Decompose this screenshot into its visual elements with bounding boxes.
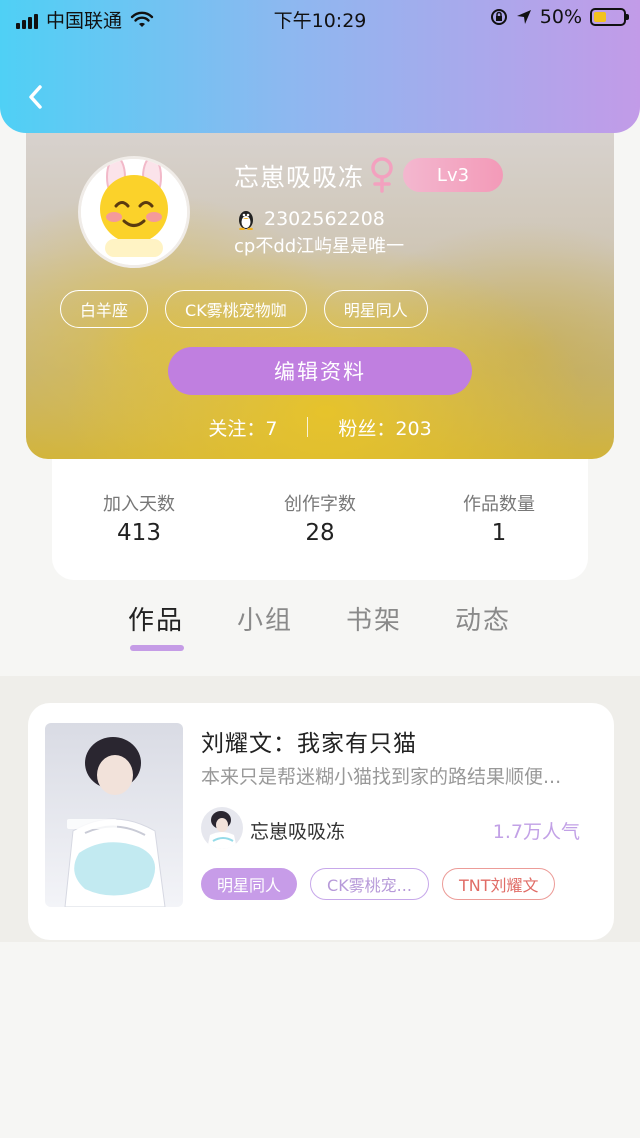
profile-tag[interactable]: CK雾桃宠物咖 [165, 290, 307, 328]
username: 忘崽吸吸冻 [234, 163, 365, 192]
author-avatar-image [201, 807, 243, 849]
work-tag[interactable]: TNT刘耀文 [441, 868, 556, 900]
location-arrow-icon [516, 10, 531, 24]
tab-bookshelf[interactable]: 书架 [346, 600, 402, 637]
work-description: 本来只是帮迷糊小猫找到家的路结果顺便... [201, 766, 562, 788]
work-tag[interactable]: 明星同人 [201, 868, 298, 900]
divider [307, 417, 309, 437]
rotation-lock-icon [490, 9, 507, 25]
stat-label: 加入天数 [103, 494, 175, 515]
stat-days-joined: 加入天数 413 [54, 490, 224, 546]
active-tab-indicator [130, 645, 184, 651]
book-cover[interactable] [45, 723, 183, 907]
chevron-left-icon [29, 85, 42, 109]
profile-tag[interactable]: 明星同人 [323, 290, 428, 328]
tab-bar: 作品 小组 书架 动态 [0, 600, 640, 660]
profile-tags: 白羊座 CK雾桃宠物咖 明星同人 [60, 290, 428, 328]
author-name[interactable]: 忘崽吸吸冻 [250, 817, 345, 844]
smiley-bunny-avatar-icon [81, 159, 187, 265]
stat-works-count: 作品数量 1 [414, 490, 584, 546]
status-bar: 中国联通 下午10:29 50% [0, 0, 640, 36]
profile-page: 中国联通 下午10:29 50% 忘崽吸吸冻 Lv3 2302562208 cp… [0, 0, 640, 1138]
work-title[interactable]: 刘耀文：我家有只猫 [201, 724, 417, 758]
battery-percent: 50% [539, 6, 582, 28]
bio: cp不dd江屿星是唯一 [234, 236, 405, 257]
following-count[interactable]: 关注：7 [208, 414, 277, 441]
book-cover-image [45, 723, 183, 907]
tab-works[interactable]: 作品 [128, 600, 184, 637]
avatar[interactable] [78, 156, 190, 268]
stat-value: 1 [491, 520, 507, 546]
work-tags: 明星同人 CK雾桃宠... TNT刘耀文 [201, 868, 556, 900]
back-button[interactable] [20, 80, 50, 114]
follow-stats: 关注：7 粉丝：203 [26, 412, 614, 442]
qq-number: 2302562208 [264, 208, 385, 230]
status-right: 50% [490, 6, 629, 28]
author-avatar[interactable] [201, 807, 243, 849]
popularity-count: 1.7万人气 [492, 821, 580, 843]
stat-words-written: 创作字数 28 [235, 490, 405, 546]
edit-profile-button[interactable]: 编辑资料 [168, 347, 472, 395]
stat-value: 28 [305, 520, 335, 546]
stat-value: 413 [117, 520, 161, 546]
level-badge: Lv3 [403, 158, 503, 192]
stats-card: 加入天数 413 创作字数 28 作品数量 1 [52, 440, 588, 580]
battery-icon [590, 8, 629, 26]
penguin-icon [239, 211, 253, 230]
followers-count[interactable]: 粉丝：203 [338, 414, 431, 441]
female-icon [371, 157, 393, 193]
header-bar: 中国联通 下午10:29 50% [0, 0, 640, 133]
stat-label: 创作字数 [284, 494, 356, 515]
battery-fill [594, 12, 606, 22]
profile-card: 忘崽吸吸冻 Lv3 2302562208 cp不dd江屿星是唯一 白羊座 CK雾… [26, 112, 614, 459]
stat-label: 作品数量 [463, 494, 535, 515]
tab-activity[interactable]: 动态 [455, 600, 511, 637]
profile-tag[interactable]: 白羊座 [60, 290, 149, 328]
work-card[interactable]: 刘耀文：我家有只猫 本来只是帮迷糊小猫找到家的路结果顺便... 忘崽吸吸冻 1.… [28, 703, 614, 940]
work-tag[interactable]: CK雾桃宠... [310, 868, 429, 900]
qq-row: 2302562208 [236, 208, 385, 230]
tab-groups[interactable]: 小组 [237, 600, 293, 637]
